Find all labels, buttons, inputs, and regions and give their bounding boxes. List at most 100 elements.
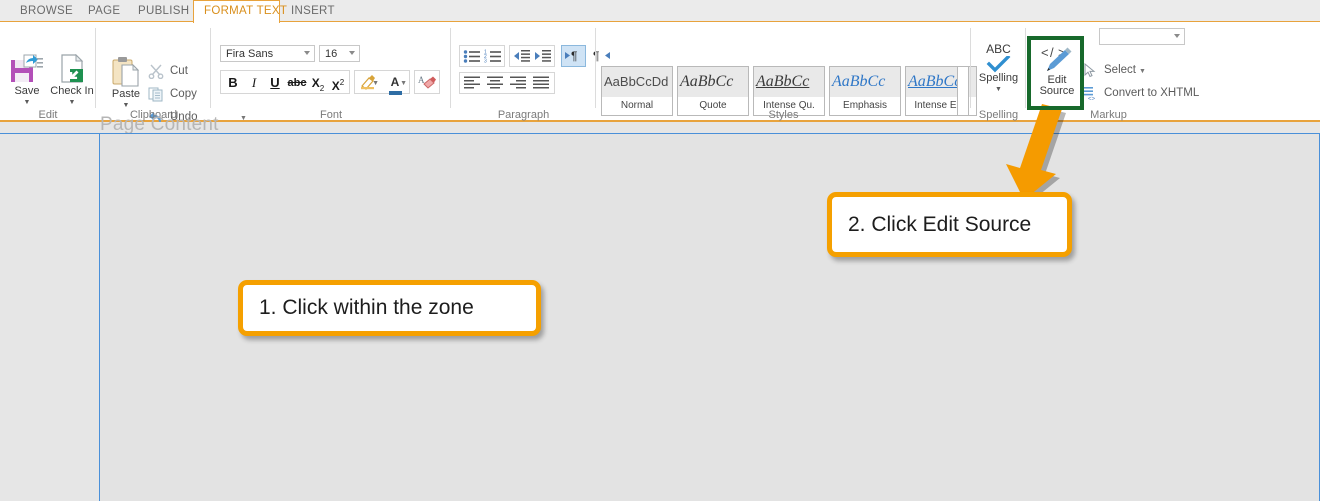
ribbon-group-styles: AaBbCcDd Normal AaBbCc Quote AaBbCc Inte… [596,22,977,122]
check-in-button[interactable]: Check In ▼ [48,54,96,107]
left-to-right-icon: ¶ [565,49,577,63]
chevron-down-icon[interactable] [1174,34,1180,38]
bulleted-list-icon [463,50,480,63]
alignment-button-group [459,72,555,94]
ribbon-group-paragraph-label: Paragraph [497,109,550,121]
ribbon-group-edit-label: Edit [38,109,58,121]
spelling-button[interactable]: ABC Spelling ▼ [973,42,1024,94]
clear-formatting-icon: A [418,75,436,89]
font-family-value: Fira Sans [226,48,274,60]
underline-button[interactable]: U [266,74,284,92]
font-color-swatch [388,91,402,95]
highlight-color-button[interactable]: ▼ [357,73,379,93]
chevron-down-icon[interactable]: ▼ [400,80,407,87]
font-size-value: 16 [325,48,338,60]
clear-formatting-button[interactable]: A [414,70,440,94]
chevron-down-icon[interactable]: ▼ [1139,68,1146,75]
ribbon-group-paragraph: 1 2 3 ¶ Paragraph [451,22,610,122]
align-justify-icon [533,76,549,89]
font-color-letter: A [390,75,400,89]
numbered-list-icon: 1 2 3 [484,50,501,65]
font-style-button-group: B I U abc X2 X2 [220,70,350,94]
strikethrough-button[interactable]: abc [287,75,307,91]
style-preview: AaBbCc [754,67,824,97]
cut-button-label: Cut [170,65,188,77]
spelling-abc-label: ABC [986,42,1011,56]
tab-publish[interactable]: PUBLISH [128,0,194,22]
select-button-label: Select [1104,64,1136,76]
superscript-index: 2 [339,78,345,87]
scissors-icon [148,64,164,79]
decrease-indent-button[interactable] [512,48,532,65]
callout-step-2-text: 2. Click Edit Source [848,212,1032,236]
save-dropdown-arrow[interactable]: ▼ [6,99,48,107]
tab-page[interactable]: PAGE [78,0,126,22]
ribbon-tab-strip: BROWSE PAGE PUBLISH FORMAT TEXT INSERT [0,0,1320,23]
chevron-down-icon[interactable]: ▼ [372,80,379,87]
font-color-button[interactable]: A ▼ [383,73,407,95]
bulleted-list-button[interactable] [462,48,482,65]
save-icon [11,54,43,82]
increase-indent-icon [535,50,551,62]
markup-styles-dropdown[interactable] [1099,28,1185,45]
callout-step-1: 1. Click within the zone [238,280,541,336]
page-body: Page Content [0,114,1320,501]
svg-text:¶: ¶ [571,49,577,63]
align-right-icon [510,76,526,89]
superscript-button[interactable]: X2 [329,74,347,93]
tab-browse[interactable]: BROWSE [10,0,73,22]
subscript-button[interactable]: X2 [309,74,327,93]
tab-insert[interactable]: INSERT [281,0,336,22]
paste-button[interactable]: Paste ▼ [104,56,148,110]
sharepoint-page-editor: BROWSE PAGE PUBLISH FORMAT TEXT INSERT S… [0,0,1320,501]
check-in-dropdown-arrow[interactable]: ▼ [48,99,96,107]
paste-icon [112,57,140,87]
check-in-icon [61,54,84,83]
align-center-icon [487,76,503,89]
save-button[interactable]: Save ▼ [6,54,48,107]
italic-button[interactable]: I [245,74,263,92]
copy-icon [148,87,163,102]
ribbon-group-clipboard: Paste ▼ Cut Copy Undo ▼ Clipboard [96,22,247,123]
font-color-button-group: ▼ A ▼ [354,70,410,95]
tab-format-text[interactable]: FORMAT TEXT [193,0,287,23]
copy-button-label: Copy [170,88,197,100]
font-size-input[interactable]: 16 [319,45,360,62]
paste-button-label: Paste [111,88,141,100]
font-family-input[interactable]: Fira Sans [220,45,315,62]
ribbon-group-font-label: Font [319,109,342,121]
align-left-button[interactable] [462,76,482,92]
spelling-button-label: Spelling [978,72,1019,84]
edit-source-highlight-box [1027,36,1084,110]
align-center-button[interactable] [485,76,505,92]
spelling-dropdown-arrow[interactable]: ▼ [973,86,1024,94]
numbered-list-button[interactable]: 1 2 3 [483,48,503,65]
subscript-glyph: X [311,76,320,90]
svg-text:3: 3 [484,59,487,64]
align-right-button[interactable] [508,76,528,92]
style-preview: AaBbCcDd [602,67,672,97]
left-to-right-button[interactable]: ¶ [561,45,586,67]
convert-to-xhtml-label: Convert to XHTML [1104,87,1200,99]
check-in-button-label: Check In [50,85,94,97]
cursor-arrow-icon [1084,63,1096,78]
decrease-indent-icon [514,50,530,62]
indent-button-group [509,45,555,67]
chevron-down-icon[interactable] [349,51,355,55]
superscript-glyph: X [331,79,340,93]
style-preview: AaBbCc [678,67,748,97]
callout-step-2: 2. Click Edit Source [827,192,1072,257]
align-left-icon [464,76,480,89]
increase-indent-button[interactable] [533,48,553,65]
save-button-label: Save [14,85,40,97]
subscript-index: 2 [319,84,325,93]
ribbon-group-edit: Save ▼ Check In ▼ Edit [0,22,96,122]
bold-button[interactable]: B [224,74,242,92]
align-justify-button[interactable] [531,76,551,92]
chevron-down-icon[interactable] [304,51,310,55]
ribbon-group-styles-label: Styles [768,109,799,121]
style-preview: AaBbCc [830,67,900,97]
ribbon-group-font: Fira Sans 16 B I U abc X2 X2 ▼ A ▼ A Fon… [211,22,451,122]
callout-step-1-text: 1. Click within the zone [259,296,474,319]
pointer-arrow-to-edit-source [1006,104,1066,204]
